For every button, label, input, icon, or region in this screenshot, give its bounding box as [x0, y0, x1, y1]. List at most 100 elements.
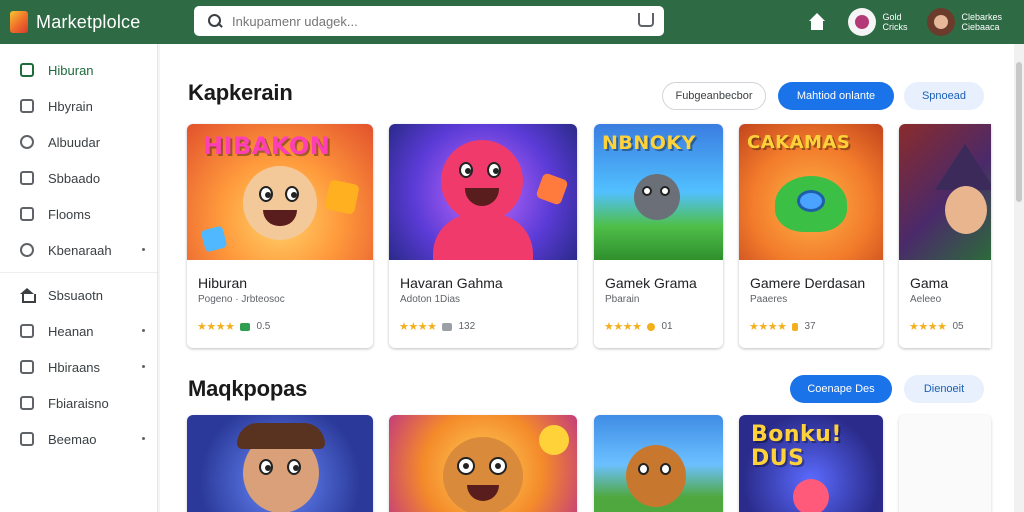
more-dot-icon	[142, 437, 145, 440]
sidebar: Hiburan Hbyrain Albuudar Sbbaado Flooms …	[0, 44, 158, 512]
badge-icon	[442, 322, 453, 331]
filter-chip[interactable]: Spnoead	[904, 82, 984, 110]
sidebar-item-sbbaado[interactable]: Sbbaado	[0, 160, 157, 196]
block-icon	[324, 179, 360, 215]
sidebar-item-label: Sbsuaotn	[48, 287, 103, 303]
star-rating-icon: ★★★★	[749, 321, 787, 333]
card-rating: ★★★★ 05	[909, 320, 964, 333]
user-chip-1[interactable]: Gold Cricks	[848, 8, 907, 36]
filter-chip-active[interactable]: Mahtiod onlante	[778, 82, 894, 110]
document-icon	[20, 99, 34, 113]
sidebar-item-label: Heanan	[48, 323, 94, 339]
sidebar-item-heanan[interactable]: Heanan	[0, 313, 157, 349]
image-icon	[20, 171, 34, 185]
rating-value: 132	[458, 321, 476, 332]
balloon-icon	[539, 425, 569, 455]
card-subtitle: Adoton 1Dias	[400, 294, 461, 305]
avatar[interactable]	[848, 8, 877, 36]
more-dot-icon	[142, 365, 145, 368]
game-card[interactable]	[389, 415, 577, 512]
game-card[interactable]: Havaran Gahma Adoton 1Dias ★★★★ 132	[389, 124, 577, 348]
user-line2: Cricks	[882, 22, 908, 32]
game-card[interactable]: HIBAKON Hiburan Pogeno · Jrbteosoc ★★★★ …	[187, 124, 373, 348]
sidebar-item-kbenaraah[interactable]: Kbenaraah	[0, 232, 157, 268]
sidebar-item-hbiraans[interactable]: Hbiraans	[0, 349, 157, 385]
character-icon	[634, 174, 680, 220]
card-rating: ★★★★ 0.5	[197, 320, 270, 333]
sidebar-item-label: Beemao	[48, 431, 97, 447]
sidebar-item-label: Flooms	[48, 206, 91, 222]
home-icon	[20, 288, 36, 303]
card-rating: ★★★★ 132	[399, 320, 475, 333]
rating-value: 01	[661, 321, 673, 332]
filter-chip[interactable]: Dienoeit	[904, 375, 984, 403]
card-title: Gama	[910, 275, 949, 291]
sidebar-item-flooms[interactable]: Flooms	[0, 196, 157, 232]
scrollbar[interactable]	[1014, 44, 1024, 512]
sidebar-item-fbiaraisno[interactable]: Fbiaraisno	[0, 385, 157, 421]
character-body-icon	[433, 214, 533, 260]
game-art-title: HIBAKON	[203, 132, 331, 160]
sidebar-item-beemao[interactable]: Beemao	[0, 421, 157, 457]
calendar-icon	[20, 396, 34, 410]
search-input[interactable]	[232, 13, 612, 29]
brand-logo-icon	[10, 11, 28, 33]
filter-chip[interactable]: Fubgeanbecbor	[662, 82, 766, 110]
sidebar-item-albuudar[interactable]: Albuudar	[0, 124, 157, 160]
game-thumbnail: CAKAMAS	[739, 124, 883, 260]
card-title: Gamek Grama	[605, 275, 697, 291]
block-icon	[200, 225, 228, 253]
user-line1: Clebarkes	[961, 12, 1002, 22]
scrollbar-thumb[interactable]	[1016, 62, 1022, 202]
user-chip-2[interactable]: Clebarkes Ciebaaca	[927, 8, 1002, 36]
search-bar[interactable]	[194, 6, 664, 36]
filter-chip-active[interactable]: Coenape Des	[790, 375, 892, 403]
sidebar-item-sbsuaotn[interactable]: Sbsuaotn	[0, 277, 157, 313]
star-rating-icon: ★★★★	[909, 321, 947, 333]
home-icon[interactable]	[808, 13, 826, 31]
game-card[interactable]	[187, 415, 373, 512]
character-face-icon	[441, 140, 523, 222]
star-rating-icon: ★★★★	[197, 321, 235, 333]
rating-value: 0.5	[256, 321, 271, 332]
circle-icon	[20, 243, 34, 257]
more-dot-icon	[142, 329, 145, 332]
sidebar-divider	[0, 272, 157, 273]
sidebar-item-hbyrain[interactable]: Hbyrain	[0, 88, 157, 124]
character-face-icon	[945, 186, 987, 234]
badge-icon	[647, 322, 656, 331]
game-thumbnail	[389, 124, 577, 260]
sidebar-item-label: Hbyrain	[48, 98, 93, 114]
header-actions: Gold Cricks Clebarkes Ciebaaca	[808, 0, 1002, 44]
rating-value: 37	[804, 321, 816, 332]
sidebar-item-hiburan[interactable]: Hiburan	[0, 52, 157, 88]
hair-icon	[237, 423, 325, 449]
badge-icon	[792, 322, 799, 331]
brand[interactable]: Marketplolce	[10, 11, 190, 33]
card-rating: ★★★★ 01	[604, 320, 673, 333]
section-title: Maqkpopas	[188, 376, 308, 401]
sidebar-item-label: Albuudar	[48, 134, 101, 150]
game-card[interactable]: CAKAMAS Gamere Derdasan Paaeres ★★★★ 37	[739, 124, 883, 348]
game-card-placeholder[interactable]	[899, 415, 991, 512]
game-art-title: NBNOKY	[602, 132, 696, 154]
list-icon	[20, 207, 34, 221]
rating-value: 05	[952, 321, 964, 332]
sidebar-item-label: Fbiaraisno	[48, 395, 109, 411]
avatar-face-icon	[855, 15, 870, 29]
app-name: Marketplolce	[36, 11, 141, 32]
card-title: Havaran Gahma	[400, 275, 503, 291]
inbox-icon	[20, 432, 34, 446]
game-card[interactable]: Gama Aeleeo ★★★★ 05	[899, 124, 991, 348]
camera-icon[interactable]	[638, 13, 654, 27]
avatar[interactable]	[927, 8, 956, 36]
game-card[interactable]: Bonku! DUS	[739, 415, 883, 512]
card-title: Gamere Derdasan	[750, 275, 866, 291]
game-card[interactable]	[594, 415, 723, 512]
wizard-hat-icon	[935, 144, 991, 190]
game-card[interactable]: NBNOKY Gamek Grama Pbarain ★★★★ 01	[594, 124, 723, 348]
game-thumbnail: HIBAKON	[187, 124, 373, 260]
dice-icon	[535, 172, 569, 206]
character-face-icon	[443, 437, 523, 512]
sidebar-item-label: Hbiraans	[48, 359, 101, 375]
